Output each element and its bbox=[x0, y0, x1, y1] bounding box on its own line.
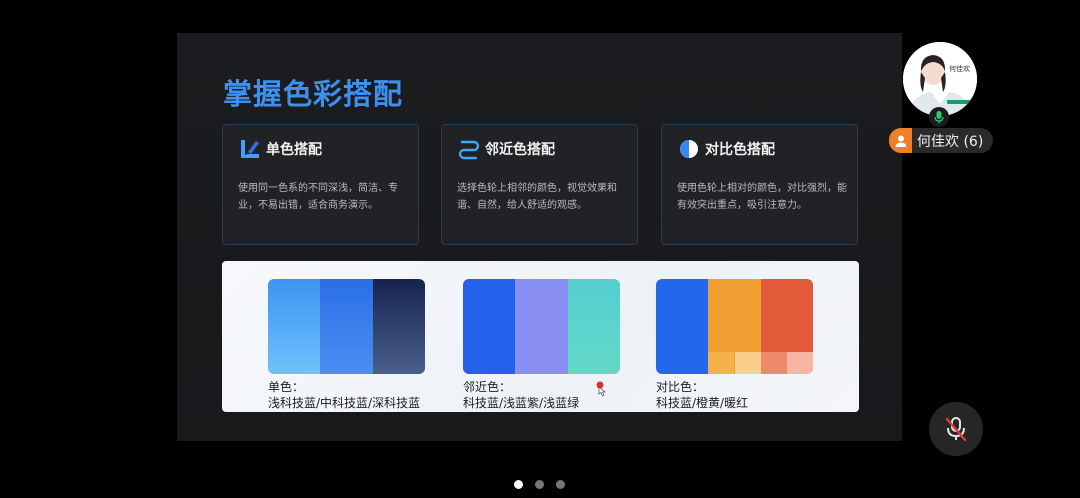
card-contrast: 对比色搭配 使用色轮上相对的颜色，对比强烈，能有效突出重点，吸引注意力。 bbox=[661, 124, 858, 245]
card-title: 单色搭配 bbox=[266, 142, 322, 158]
card-title: 邻近色搭配 bbox=[485, 142, 555, 158]
palette-label: 对比色： 科技蓝/橙黄/暖红 bbox=[656, 379, 748, 411]
swatch bbox=[372, 279, 425, 374]
microphone-icon bbox=[934, 111, 944, 124]
mute-microphone-button[interactable] bbox=[929, 402, 983, 456]
avatar-image bbox=[903, 42, 977, 116]
palette-label-line1: 邻近色： bbox=[463, 380, 512, 394]
swatch bbox=[320, 279, 373, 374]
palette-label: 单色： 浅科技蓝/中科技蓝/深科技蓝 bbox=[268, 379, 420, 411]
shared-slide: 掌握色彩搭配 单色搭配 使用同一色系的不同深浅，简洁、专业，不易出错，适合商务演… bbox=[177, 33, 902, 441]
participant-avatar[interactable]: 何佳欢 bbox=[903, 42, 977, 116]
palette-label-line2: 浅科技蓝/中科技蓝/深科技蓝 bbox=[268, 396, 421, 410]
palette-label-line1: 对比色： bbox=[656, 380, 705, 394]
palette-label-line2: 科技蓝/浅蓝紫/浅蓝绿 bbox=[463, 396, 580, 410]
palette-label-line2: 科技蓝/橙黄/暖红 bbox=[656, 396, 749, 410]
swatch bbox=[463, 279, 516, 374]
page-dot[interactable] bbox=[514, 480, 523, 489]
user-icon bbox=[889, 128, 912, 153]
card-desc: 使用色轮上相对的颜色，对比强烈，能有效突出重点，吸引注意力。 bbox=[677, 183, 847, 211]
participant-name-pill[interactable]: 何佳欢 (6) bbox=[889, 128, 994, 153]
contrast-icon bbox=[680, 140, 698, 158]
palette-label-line1: 单色： bbox=[268, 380, 305, 394]
page-indicator bbox=[514, 480, 565, 489]
palette-panel: 单色： 浅科技蓝/中科技蓝/深科技蓝 邻近色： 科技蓝/浅蓝紫/浅蓝绿 对比色：… bbox=[222, 261, 859, 412]
participant-mic-badge bbox=[929, 107, 949, 127]
palette-analogous bbox=[463, 279, 620, 374]
participant-name: 何佳欢 (6) bbox=[917, 133, 984, 150]
card-desc: 使用同一色系的不同深浅，简洁、专业，不易出错，适合商务演示。 bbox=[238, 183, 398, 211]
card-analogous: 邻近色搭配 选择色轮上相邻的颜色，视觉效果和谐、自然，给人舒适的观感。 bbox=[441, 124, 638, 245]
swatch bbox=[567, 279, 620, 374]
palette-contrast bbox=[656, 279, 813, 374]
card-desc: 选择色轮上相邻的颜色，视觉效果和谐、自然，给人舒适的观感。 bbox=[457, 183, 617, 211]
palette-monochrome bbox=[268, 279, 425, 374]
swatch bbox=[656, 279, 709, 374]
card-title: 对比色搭配 bbox=[705, 142, 775, 158]
slide-title: 掌握色彩搭配 bbox=[223, 77, 404, 111]
swatch bbox=[268, 279, 321, 374]
swatch bbox=[515, 279, 568, 374]
analogous-icon bbox=[458, 140, 480, 160]
page-dot[interactable] bbox=[535, 480, 544, 489]
microphone-muted-icon bbox=[945, 417, 967, 442]
avatar-caption: 何佳欢 bbox=[949, 65, 970, 73]
palette-label: 邻近色： 科技蓝/浅蓝紫/浅蓝绿 bbox=[463, 379, 579, 411]
swatch bbox=[708, 279, 761, 374]
card-monochrome: 单色搭配 使用同一色系的不同深浅，简洁、专业，不易出错，适合商务演示。 bbox=[222, 124, 419, 245]
page-dot[interactable] bbox=[556, 480, 565, 489]
pointer-cursor-icon bbox=[596, 381, 606, 397]
monochrome-icon bbox=[241, 140, 259, 158]
swatch bbox=[760, 279, 813, 374]
